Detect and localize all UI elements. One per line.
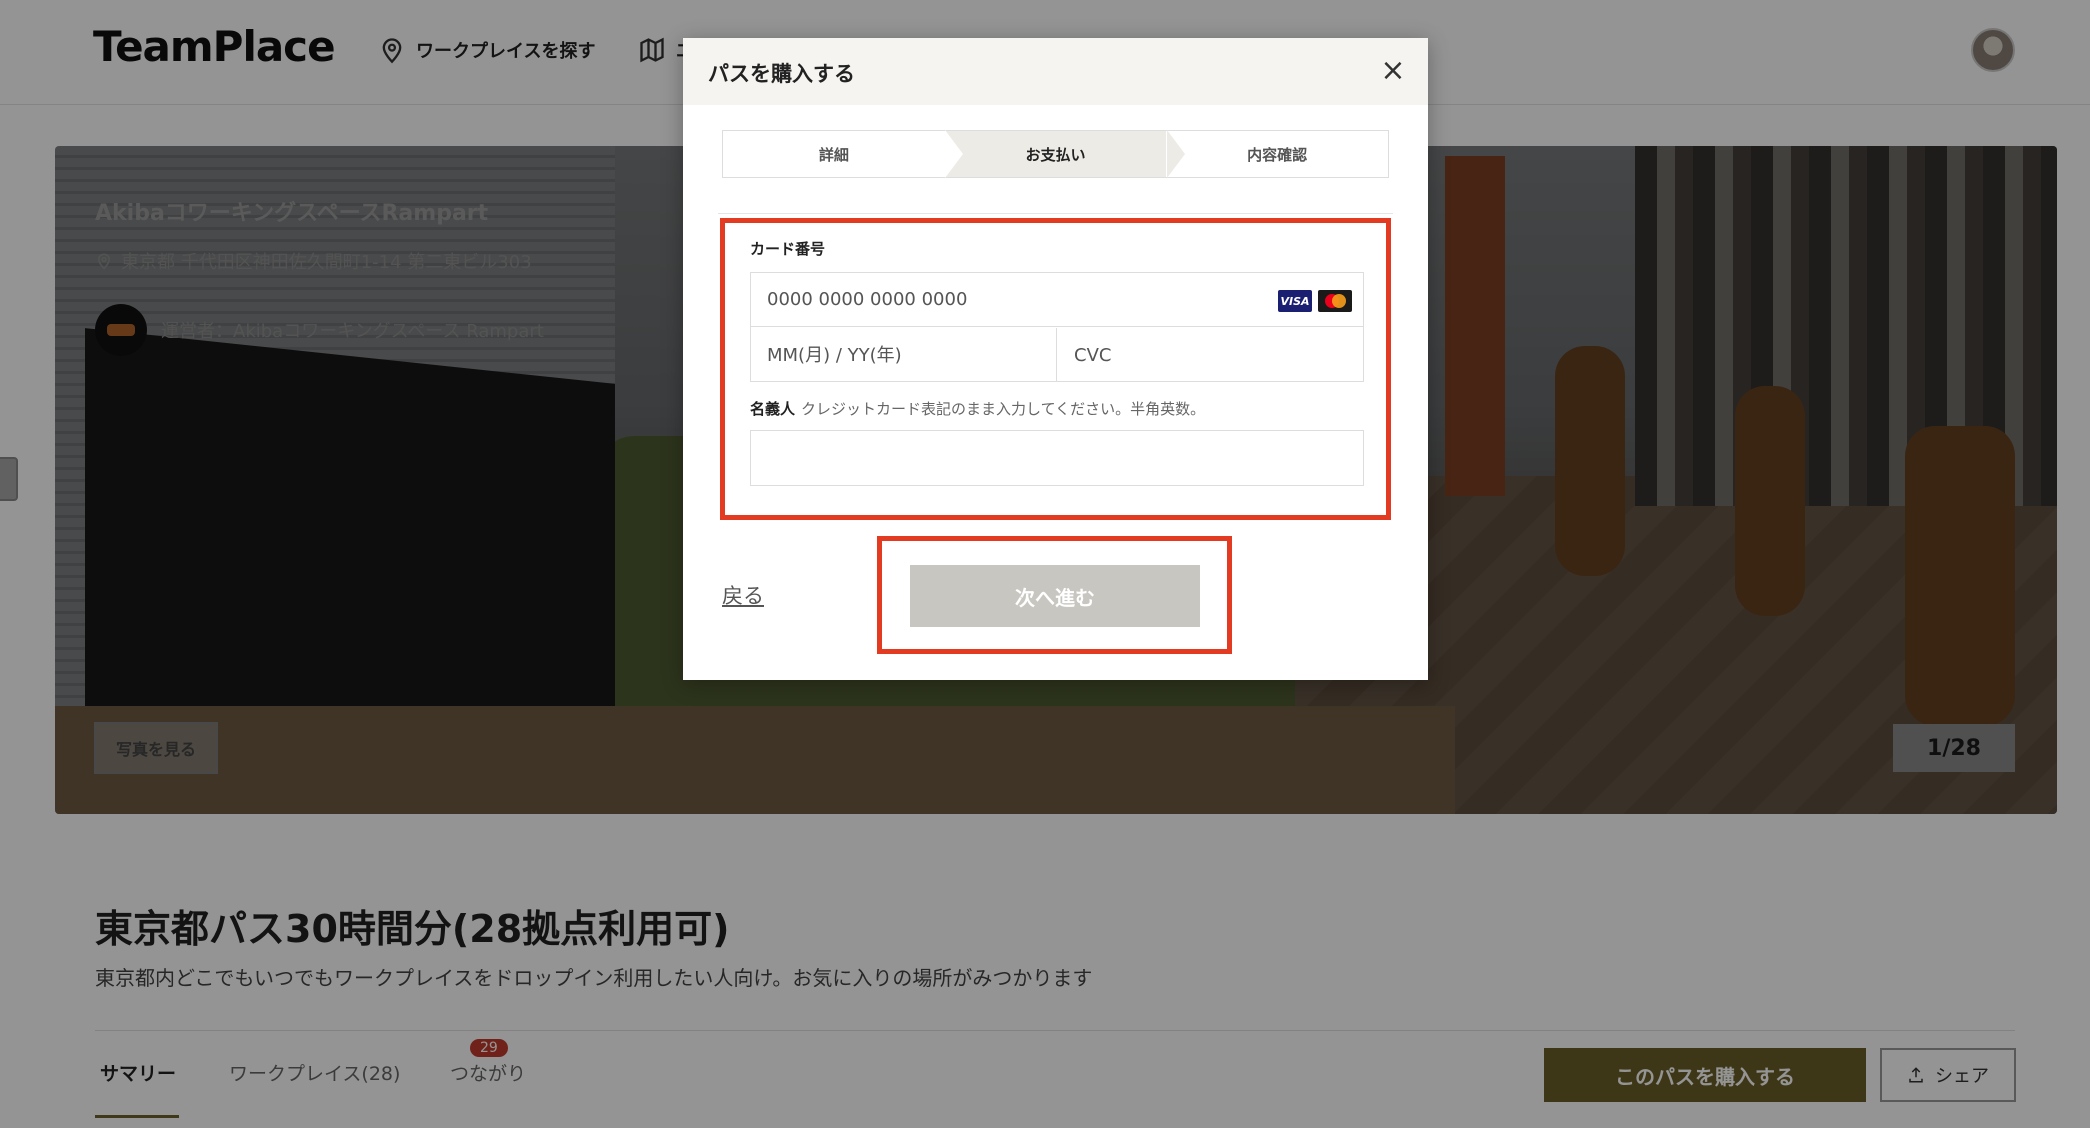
step-arrow	[1167, 130, 1185, 178]
purchase-modal: パスを購入する × 詳細 お支払い 内容確認 カード番号 VISA 名義人クレジ…	[683, 38, 1428, 680]
mastercard-icon	[1318, 290, 1352, 312]
next-step-button[interactable]: 次へ進む	[910, 565, 1200, 627]
visa-icon: VISA	[1278, 290, 1312, 312]
card-input-group: VISA	[750, 272, 1364, 382]
step-confirm: 内容確認	[1247, 145, 1308, 164]
step-details: 詳細	[818, 145, 849, 164]
close-icon[interactable]: ×	[1376, 54, 1410, 88]
step-payment: お支払い	[944, 131, 1167, 177]
modal-header: パスを購入する ×	[683, 38, 1428, 105]
form-separator	[718, 213, 1393, 214]
modal-title: パスを購入する	[708, 62, 855, 86]
card-expiry-input[interactable]	[751, 328, 1057, 382]
cardholder-name-input[interactable]	[750, 430, 1364, 486]
card-cvc-input[interactable]	[1058, 328, 1363, 382]
holder-label-text: 名義人	[750, 400, 796, 418]
holder-label: 名義人 クレジットカード表記のまま入力してください。半角英数。	[750, 398, 1205, 419]
card-form-highlight: カード番号 VISA 名義人クレジットカード表記のまま入力してください。半角英数…	[720, 218, 1391, 520]
card-number-label: カード番号	[750, 240, 826, 258]
step-indicator: 詳細 お支払い 内容確認	[722, 130, 1389, 178]
back-link[interactable]: 戻る	[722, 580, 764, 610]
holder-hint: クレジットカード表記のまま入力してください。半角英数。	[801, 400, 1206, 418]
step-arrow	[945, 130, 963, 178]
card-number-input[interactable]	[751, 273, 1363, 327]
